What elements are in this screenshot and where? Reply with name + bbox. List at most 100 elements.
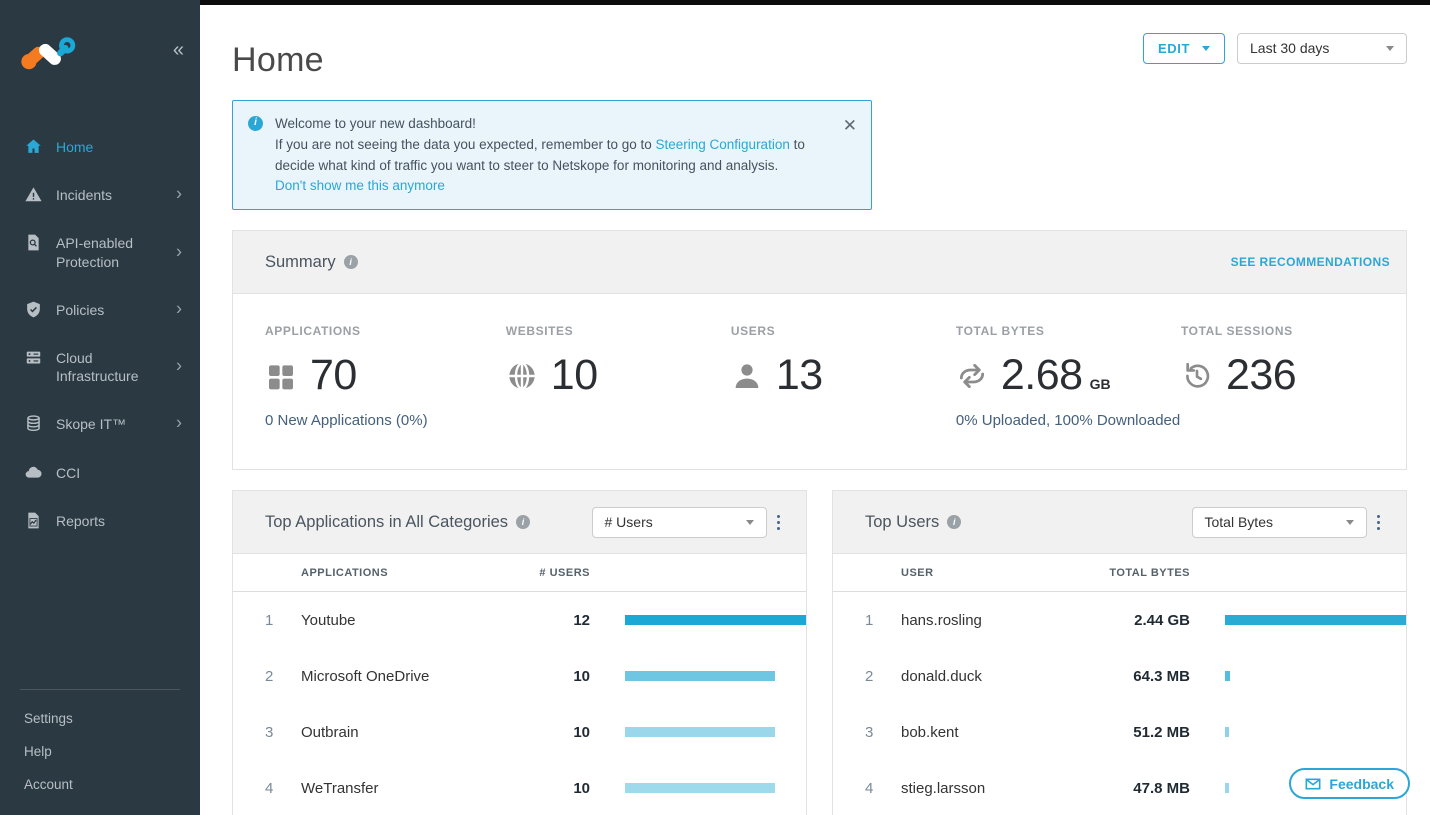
sidebar-item-reports[interactable]: Reports	[0, 497, 200, 545]
policies-icon	[24, 300, 43, 319]
table-row[interactable]: 1Youtube12	[233, 592, 806, 648]
row-rank: 3	[265, 724, 301, 741]
row-value: 51.2 MB	[1098, 724, 1190, 741]
sidebar-item-label: Skope IT™	[56, 415, 126, 433]
feedback-button[interactable]: Feedback	[1289, 768, 1410, 799]
info-icon[interactable]: i	[344, 255, 358, 269]
apps-grid-icon	[265, 360, 297, 392]
row-bar	[1190, 615, 1406, 625]
row-rank: 3	[865, 724, 901, 741]
top-applications-panel: Top Applications in All Categories i # U…	[232, 490, 807, 815]
sidebar-item-label: Reports	[56, 512, 105, 530]
sidebar-item-skope-it[interactable]: Skope IT™ ›	[0, 400, 200, 448]
upload-download-link[interactable]: 0% Uploaded, 100% Downloaded	[956, 412, 1181, 429]
sidebar-item-label: Home	[56, 138, 93, 156]
netskope-logo	[18, 32, 80, 79]
row-value: 64.3 MB	[1098, 668, 1190, 685]
row-value: 10	[498, 724, 590, 741]
globe-icon	[506, 360, 538, 392]
row-bar	[1190, 727, 1406, 737]
row-name[interactable]: WeTransfer	[301, 780, 498, 797]
sidebar-item-label: API-enabled Protection	[56, 234, 166, 270]
chevron-down-icon	[1346, 520, 1354, 525]
row-bar	[1190, 671, 1406, 681]
see-recommendations-link[interactable]: SEE RECOMMENDATIONS	[1231, 255, 1390, 269]
stat-users: USERS 13	[731, 324, 956, 429]
summary-panel: Summary i SEE RECOMMENDATIONS APPLICATIO…	[232, 230, 1407, 470]
sidebar-item-label: Incidents	[56, 186, 112, 204]
edit-button[interactable]: EDIT	[1143, 33, 1225, 64]
date-range-value: Last 30 days	[1250, 40, 1329, 56]
table-row[interactable]: 2Microsoft OneDrive10	[233, 648, 806, 704]
feedback-label: Feedback	[1329, 776, 1394, 792]
chevron-down-icon	[1202, 46, 1210, 51]
row-name[interactable]: donald.duck	[901, 668, 1098, 685]
table-row[interactable]: 4WeTransfer10	[233, 760, 806, 815]
row-value: 12	[498, 612, 590, 629]
row-name[interactable]: Outbrain	[301, 724, 498, 741]
cloud-infrastructure-icon	[24, 348, 43, 367]
row-rank: 4	[865, 780, 901, 797]
dismiss-banner-link[interactable]: Don't show me this anymore	[275, 178, 445, 193]
top-users-panel: Top Users i Total Bytes USER TOTAL BYTES	[832, 490, 1407, 815]
row-name[interactable]: bob.kent	[901, 724, 1098, 741]
stat-websites: WEBSITES 10	[506, 324, 731, 429]
info-icon[interactable]: i	[947, 515, 961, 529]
sidebar-item-cloud-infrastructure[interactable]: Cloud Infrastructure›	[0, 334, 200, 400]
main-area: Home EDIT Last 30 days i Welcome to your…	[200, 0, 1430, 815]
top-applications-title: Top Applications in All Categories i	[265, 513, 530, 532]
sidebar-item-policies[interactable]: Policies›	[0, 286, 200, 334]
stat-total-sessions: TOTAL SESSIONS 236	[1181, 324, 1406, 429]
sidebar: « HomeIncidents›API-enabled Protection›P…	[0, 0, 200, 815]
row-rank: 1	[865, 612, 901, 629]
row-bar	[590, 671, 806, 681]
sidebar-divider	[20, 689, 180, 690]
metric-select-value: # Users	[605, 514, 653, 530]
sidebar-item-home[interactable]: Home	[0, 123, 200, 171]
chevron-right-icon: ›	[176, 183, 182, 206]
chevron-right-icon: ›	[176, 297, 182, 320]
table-row[interactable]: 3bob.kent51.2 MB	[833, 704, 1406, 760]
sidebar-item-label: Cloud Infrastructure	[56, 349, 166, 385]
envelope-icon	[1305, 776, 1321, 792]
table-row[interactable]: 3Outbrain10	[233, 704, 806, 760]
info-icon[interactable]: i	[516, 515, 530, 529]
table-column-headers: USER TOTAL BYTES	[833, 554, 1406, 592]
top-applications-table: 1Youtube122Microsoft OneDrive103Outbrain…	[233, 592, 806, 815]
sidebar-footer-account[interactable]: Account	[0, 768, 200, 801]
chevron-down-icon	[1386, 46, 1394, 51]
sidebar-footer: SettingsHelpAccount	[0, 689, 200, 815]
row-value: 10	[498, 668, 590, 685]
row-name[interactable]: Microsoft OneDrive	[301, 668, 498, 685]
table-column-headers: APPLICATIONS # USERS	[233, 554, 806, 592]
app-window: « HomeIncidents›API-enabled Protection›P…	[0, 0, 1430, 815]
sidebar-footer-settings[interactable]: Settings	[0, 702, 200, 735]
row-name[interactable]: stieg.larsson	[901, 780, 1098, 797]
row-rank: 2	[865, 668, 901, 685]
table-row[interactable]: 1hans.rosling2.44 GB	[833, 592, 1406, 648]
sidebar-footer-help[interactable]: Help	[0, 735, 200, 768]
row-name[interactable]: Youtube	[301, 612, 498, 629]
stat-applications: APPLICATIONS 70 0 New Applications (0%)	[265, 324, 506, 429]
sidebar-item-cci[interactable]: CCI	[0, 449, 200, 497]
metric-select-users[interactable]: # Users	[592, 507, 767, 538]
steering-configuration-link[interactable]: Steering Configuration	[656, 137, 790, 152]
incidents-icon	[24, 185, 43, 204]
new-applications-link[interactable]: 0 New Applications (0%)	[265, 412, 506, 429]
home-icon	[24, 137, 43, 156]
sidebar-collapse-icon[interactable]: «	[173, 40, 184, 60]
row-bar	[590, 783, 806, 793]
kebab-menu-icon[interactable]	[767, 509, 791, 537]
chevron-down-icon	[746, 520, 754, 525]
chevron-right-icon: ›	[176, 412, 182, 435]
table-row[interactable]: 2donald.duck64.3 MB	[833, 648, 1406, 704]
kebab-menu-icon[interactable]	[1367, 509, 1391, 537]
close-icon[interactable]: ✕	[843, 113, 857, 139]
sidebar-item-incidents[interactable]: Incidents ›	[0, 171, 200, 219]
page-title: Home	[232, 41, 324, 80]
date-range-select[interactable]: Last 30 days	[1237, 33, 1407, 64]
metric-select-bytes[interactable]: Total Bytes	[1192, 507, 1367, 538]
row-name[interactable]: hans.rosling	[901, 612, 1098, 629]
row-bar	[590, 615, 806, 625]
sidebar-item-api-enabled-protection[interactable]: API-enabled Protection›	[0, 219, 200, 285]
